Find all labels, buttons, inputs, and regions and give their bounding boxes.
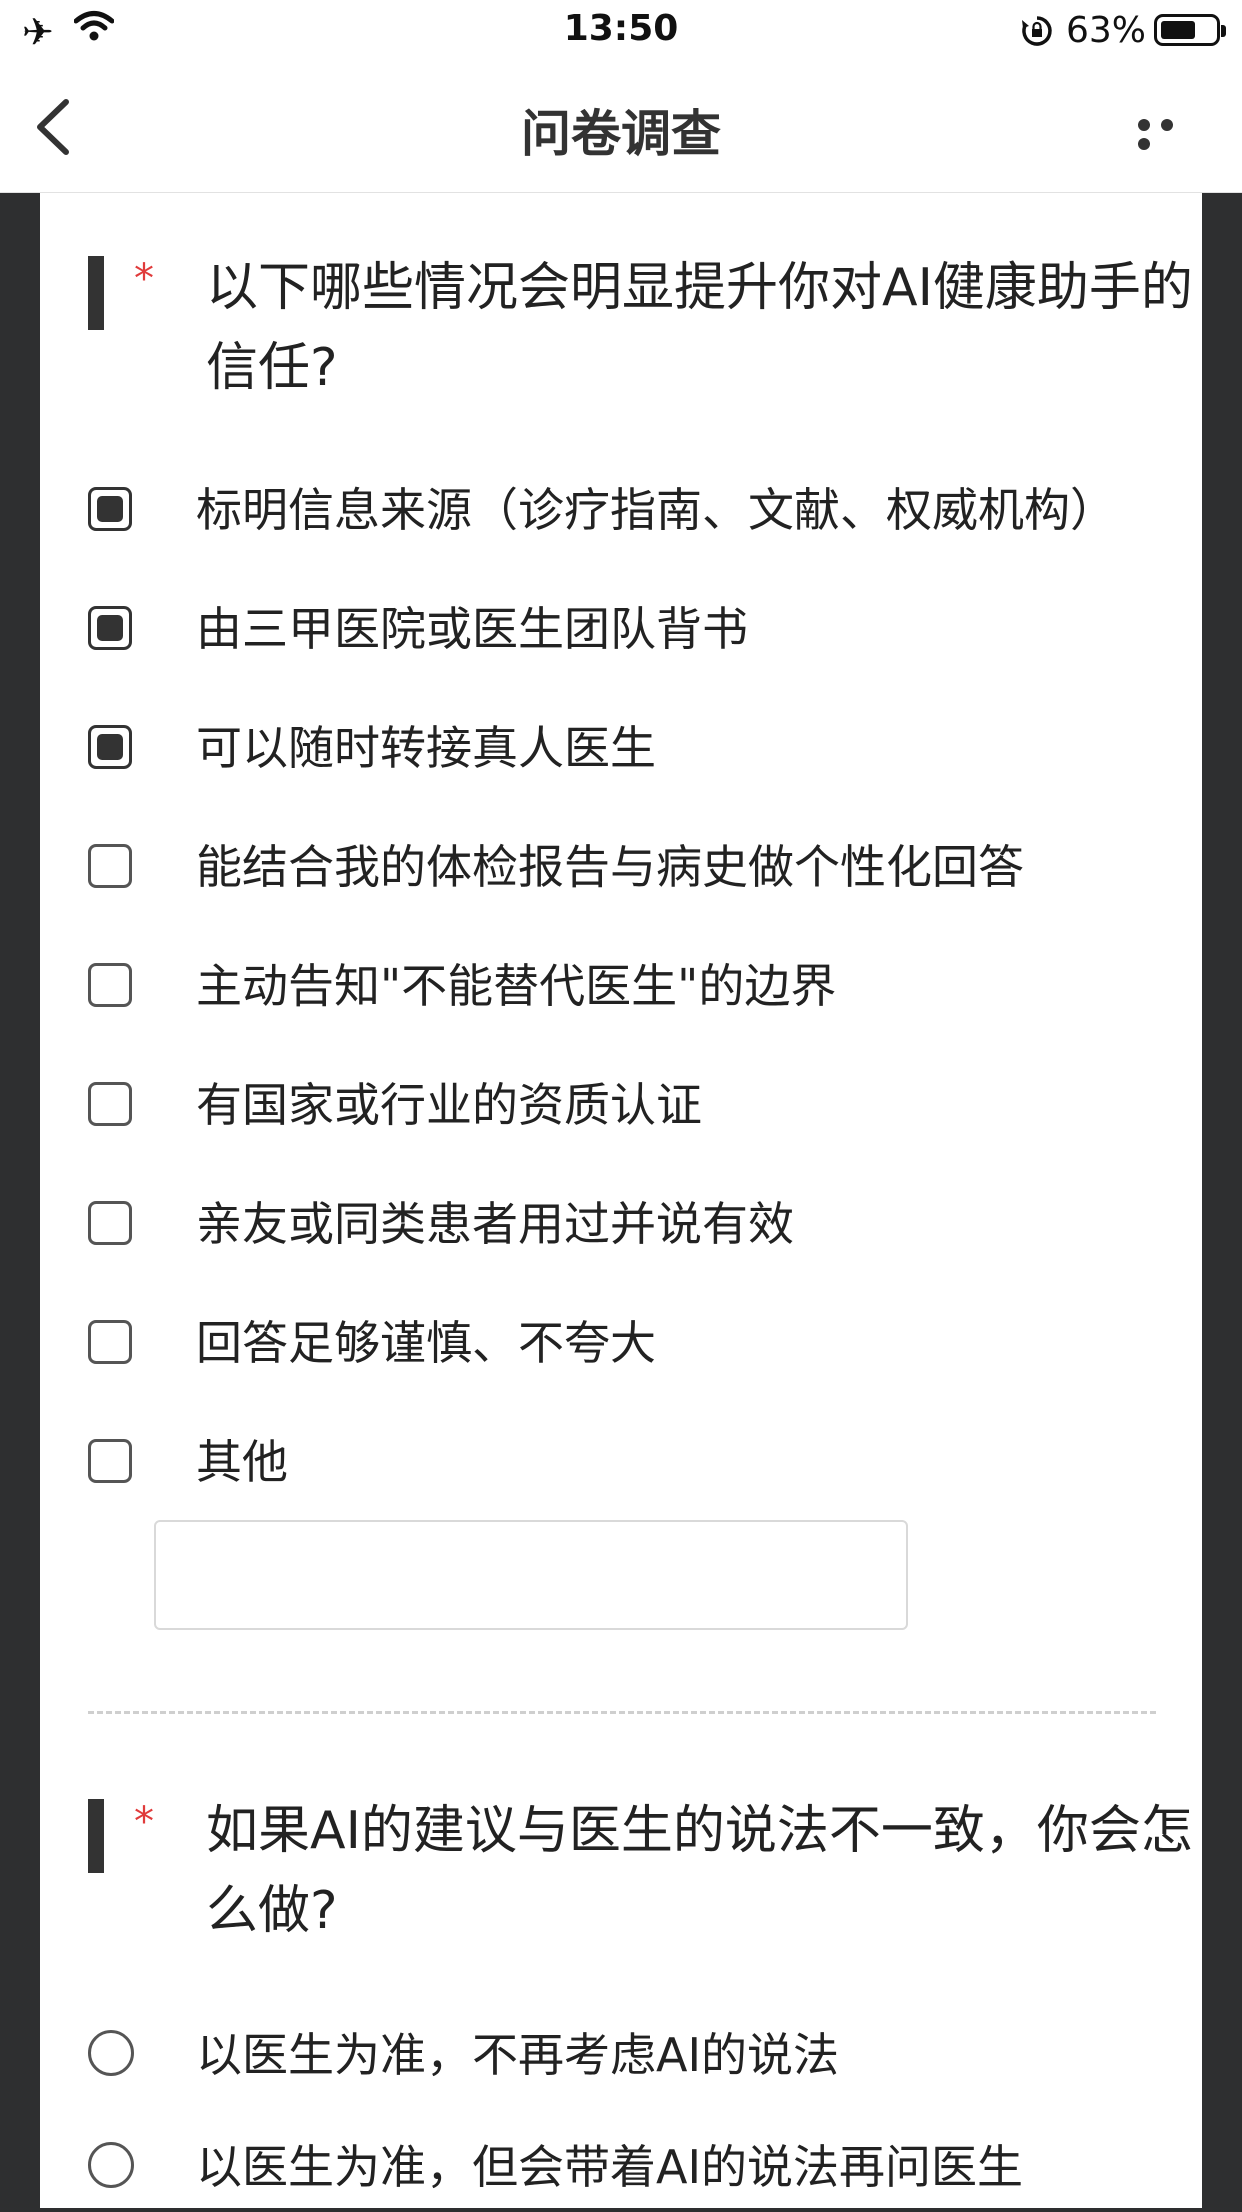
option-label: 以医生为准，但会带着AI的说法再问医生 <box>196 2140 1024 2194</box>
radio-button[interactable] <box>88 2142 134 2188</box>
q1-option-4[interactable]: 能结合我的体检报告与病史做个性化回答 <box>88 822 1188 912</box>
required-mark: * <box>134 256 154 302</box>
option-label: 以医生为准，不再考虑AI的说法 <box>196 2028 840 2082</box>
rotation-lock-icon <box>1022 16 1052 46</box>
other-text-input[interactable] <box>154 1520 908 1630</box>
option-label: 主动告知"不能替代医生"的边界 <box>196 959 837 1013</box>
question-divider <box>88 1711 1156 1714</box>
option-label: 其他 <box>196 1435 288 1489</box>
option-label: 由三甲医院或医生团队背书 <box>196 602 748 656</box>
checkbox-checked[interactable] <box>88 725 132 769</box>
option-label: 有国家或行业的资质认证 <box>196 1078 702 1132</box>
question-2-text: 如果AI的建议与医生的说法不一致，你会怎么做? <box>206 1801 1193 1941</box>
checkbox[interactable] <box>88 1082 132 1126</box>
status-time: 13:50 <box>563 8 679 49</box>
required-mark: * <box>134 1799 154 1845</box>
top-bar: ✈ 13:50 63% 问卷调查 <box>0 0 1242 193</box>
more-button[interactable] <box>1138 116 1202 150</box>
q2-option-2[interactable]: 以医生为准，但会带着AI的说法再问医生 <box>88 2122 1188 2212</box>
q1-option-5[interactable]: 主动告知"不能替代医生"的边界 <box>88 941 1188 1031</box>
option-label: 回答足够谨慎、不夸大 <box>196 1316 656 1370</box>
radio-button[interactable] <box>88 2030 134 2076</box>
q1-option-7[interactable]: 亲友或同类患者用过并说有效 <box>88 1179 1188 1269</box>
checkbox[interactable] <box>88 844 132 888</box>
q1-option-other[interactable]: 其他 <box>88 1417 1188 1507</box>
q1-option-2[interactable]: 由三甲医院或医生团队背书 <box>88 584 1188 674</box>
q1-option-6[interactable]: 有国家或行业的资质认证 <box>88 1060 1188 1150</box>
page-title: 问卷调查 <box>521 105 721 163</box>
question-1-text: 以下哪些情况会明显提升你对AI健康助手的信任? <box>206 258 1193 398</box>
survey-card: * 以下哪些情况会明显提升你对AI健康助手的信任? 标明信息来源（诊疗指南、文献… <box>40 193 1202 2208</box>
checkbox[interactable] <box>88 1439 132 1483</box>
checkbox-checked[interactable] <box>88 606 132 650</box>
question-marker <box>88 1799 104 1873</box>
status-bar: ✈ 13:50 63% <box>0 0 1242 62</box>
question-marker <box>88 256 104 330</box>
q1-option-3[interactable]: 可以随时转接真人医生 <box>88 703 1188 793</box>
checkbox-checked[interactable] <box>88 487 132 531</box>
battery-icon <box>1154 14 1226 46</box>
q2-option-1[interactable]: 以医生为准，不再考虑AI的说法 <box>88 2010 1188 2100</box>
option-label: 可以随时转接真人医生 <box>196 721 656 775</box>
q1-option-8[interactable]: 回答足够谨慎、不夸大 <box>88 1298 1188 1388</box>
checkbox[interactable] <box>88 963 132 1007</box>
option-label: 能结合我的体检报告与病史做个性化回答 <box>196 840 1024 894</box>
checkbox[interactable] <box>88 1320 132 1364</box>
q1-option-1[interactable]: 标明信息来源（诊疗指南、文献、权威机构） <box>88 465 1188 555</box>
checkbox[interactable] <box>88 1201 132 1245</box>
battery-percent: 63% <box>1066 10 1147 51</box>
option-label: 标明信息来源（诊疗指南、文献、权威机构） <box>196 483 1116 537</box>
option-label: 亲友或同类患者用过并说有效 <box>196 1197 794 1251</box>
